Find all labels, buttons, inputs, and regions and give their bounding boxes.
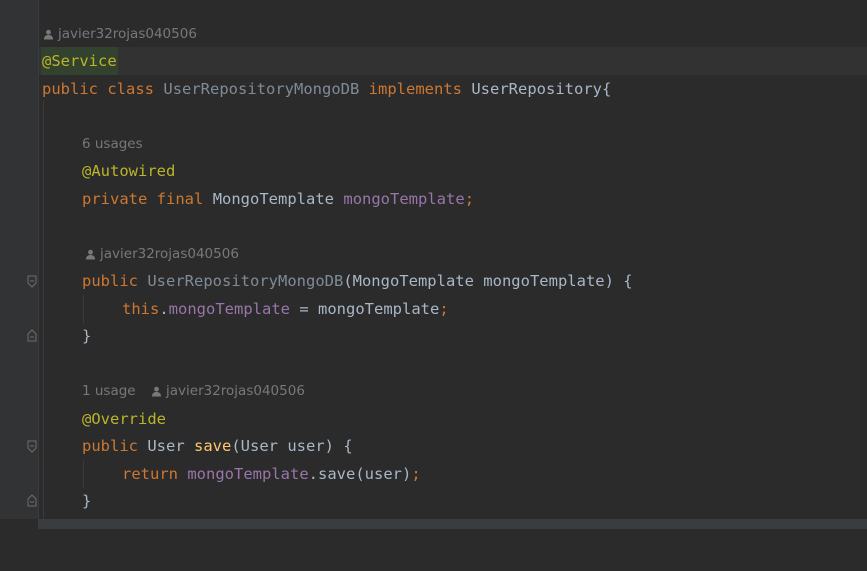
author-name: javier32rojas040506	[58, 26, 197, 42]
override-annotation: @Override	[82, 410, 166, 428]
method-declaration: public User save(User user) {	[82, 437, 353, 455]
horizontal-scrollbar[interactable]	[0, 519, 867, 529]
code-line[interactable]: @Autowired	[39, 157, 867, 185]
scrollbar-thumb[interactable]	[38, 519, 867, 529]
code-line[interactable]: this.mongoTemplate = mongoTemplate;	[39, 295, 867, 323]
code-line[interactable]: public User save(User user) {	[39, 432, 867, 460]
fold-end-icon[interactable]	[27, 328, 37, 342]
code-line[interactable]: @Service	[39, 47, 867, 75]
fold-collapse-icon[interactable]	[27, 440, 37, 454]
autowired-annotation: @Autowired	[82, 162, 176, 180]
author-name: javier32rojas040506	[100, 246, 239, 262]
usages-inlay-hint[interactable]: 6 usages	[82, 134, 143, 154]
closing-brace: }	[82, 327, 92, 345]
code-line[interactable]: private final MongoTemplate mongoTemplat…	[39, 185, 867, 213]
code-line[interactable]: @Override	[39, 405, 867, 433]
code-editor[interactable]: javier32rojas040506 @Service public clas…	[39, 0, 867, 529]
assignment-statement: this.mongoTemplate = mongoTemplate;	[122, 300, 449, 318]
code-line[interactable]: return mongoTemplate.save(user);	[39, 460, 867, 488]
code-line[interactable]: public class UserRepositoryMongoDB imple…	[39, 75, 867, 103]
author-name: javier32rojas040506	[166, 383, 305, 399]
author-inlay-hint[interactable]: javier32rojas040506	[43, 24, 197, 44]
author-inlay-hint[interactable]: javier32rojas040506	[85, 244, 239, 264]
field-declaration: private final MongoTemplate mongoTemplat…	[82, 190, 475, 208]
code-line[interactable]: }	[39, 487, 867, 515]
constructor-declaration: public UserRepositoryMongoDB(MongoTempla…	[82, 272, 633, 290]
person-icon	[44, 29, 53, 39]
closing-brace: }	[82, 492, 92, 510]
code-line[interactable]: }	[39, 322, 867, 350]
fold-end-icon[interactable]	[27, 493, 37, 507]
usages-count: 1 usage	[82, 383, 136, 399]
person-icon	[152, 386, 161, 396]
usages-inlay-hint[interactable]: 1 usage	[82, 381, 136, 401]
code-line[interactable]: public UserRepositoryMongoDB(MongoTempla…	[39, 267, 867, 295]
usages-count: 6 usages	[82, 136, 143, 152]
service-annotation: @Service	[41, 47, 118, 75]
author-inlay-hint[interactable]: javier32rojas040506	[151, 381, 305, 401]
class-declaration: public class UserRepositoryMongoDB imple…	[42, 80, 612, 98]
return-statement: return mongoTemplate.save(user);	[122, 465, 421, 483]
fold-collapse-icon[interactable]	[27, 275, 37, 289]
person-icon	[86, 249, 95, 259]
